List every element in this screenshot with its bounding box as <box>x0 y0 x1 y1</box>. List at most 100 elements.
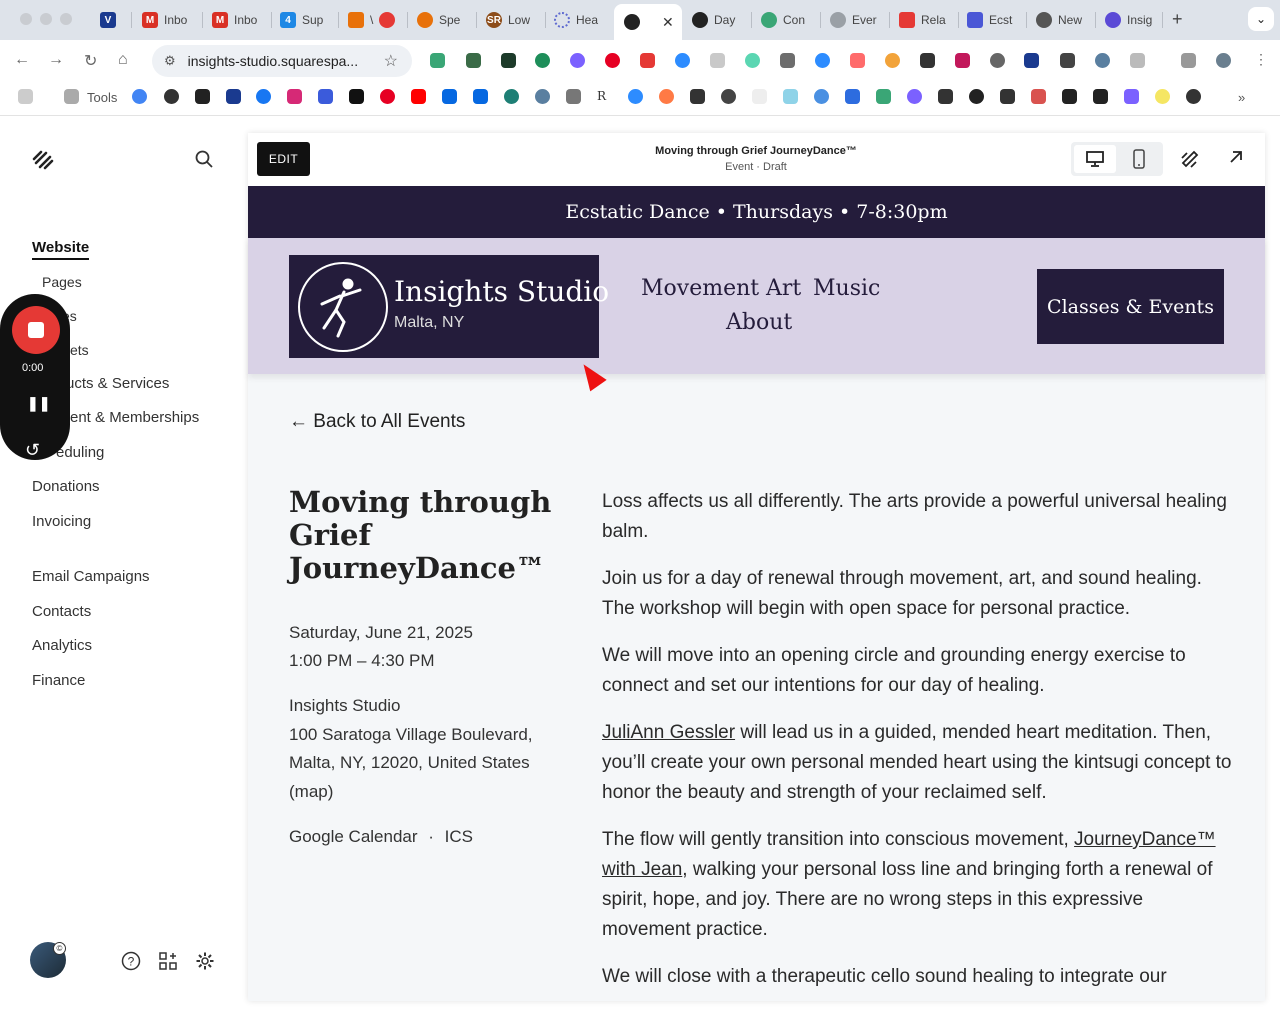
pause-icon[interactable]: ❚❚ <box>27 395 50 412</box>
nav-finance[interactable]: Finance <box>32 672 85 689</box>
home-icon[interactable]: ⌂ <box>118 51 128 69</box>
bookmark-icon[interactable] <box>1062 89 1077 104</box>
meta-icon[interactable] <box>442 89 457 104</box>
instagram-icon[interactable] <box>287 89 302 104</box>
browser-tab[interactable]: Rela <box>899 6 951 34</box>
settings-gear-icon[interactable] <box>195 951 215 976</box>
close-tab-icon[interactable]: ✕ <box>662 14 674 31</box>
classes-events-button[interactable]: Classes & Events <box>1037 269 1224 344</box>
browser-tab[interactable]: Day <box>692 6 744 34</box>
bookmark-icon[interactable] <box>969 89 984 104</box>
grid-icon[interactable] <box>1060 53 1075 68</box>
extension-icon[interactable] <box>745 53 760 68</box>
extension-icon[interactable] <box>850 53 865 68</box>
google-icon[interactable] <box>132 89 147 104</box>
window-minimize-button[interactable] <box>40 13 52 25</box>
nav-website[interactable]: Website <box>32 239 90 260</box>
bookmark-icon[interactable] <box>504 89 519 104</box>
bookmark-icon[interactable] <box>845 89 860 104</box>
nav-donations[interactable]: Donations <box>32 478 100 495</box>
browser-tab[interactable]: M Inbo <box>212 6 268 34</box>
browser-tab[interactable]: Ecst <box>967 6 1019 34</box>
browser-tab-active[interactable]: ✕ <box>614 4 682 40</box>
extension-icon[interactable] <box>920 53 935 68</box>
help-icon[interactable]: ? <box>121 951 141 976</box>
bookmark-icon[interactable] <box>1031 89 1046 104</box>
google-calendar-link[interactable]: Google Calendar <box>289 827 418 846</box>
bookmark-icon[interactable] <box>783 89 798 104</box>
tab-search-button[interactable]: ⌄ <box>1248 7 1274 31</box>
more-bookmarks-icon[interactable]: » <box>1238 90 1245 105</box>
browser-tab[interactable]: V <box>100 6 126 34</box>
address-bar[interactable]: ⚙ insights-studio.squarespa... ☆ <box>152 45 412 77</box>
bookmark-icon[interactable] <box>1093 89 1108 104</box>
zoom-icon[interactable] <box>675 53 690 68</box>
apps-icon[interactable] <box>158 951 178 976</box>
profile-avatar[interactable] <box>1216 53 1231 68</box>
nav-pages[interactable]: Pages <box>42 274 82 290</box>
extension-icon[interactable] <box>640 53 655 68</box>
bookmark-icon[interactable] <box>535 89 550 104</box>
new-tab-button[interactable]: + <box>1172 9 1183 30</box>
youtube-icon[interactable] <box>411 89 426 104</box>
site-settings-icon[interactable]: ⚙ <box>164 53 176 69</box>
bookmark-icon[interactable] <box>721 89 736 104</box>
bookmark-icon[interactable] <box>938 89 953 104</box>
open-external-icon[interactable] <box>1228 149 1244 170</box>
pinterest-icon[interactable] <box>605 53 620 68</box>
nav-contacts[interactable]: Contacts <box>32 603 91 620</box>
nav-invoicing[interactable]: Invoicing <box>32 513 91 530</box>
desktop-view-icon[interactable] <box>1074 145 1116 173</box>
announcement-bar[interactable]: Ecstatic Dance • Thursdays • 7-8:30pm <box>248 186 1265 238</box>
extension-icon[interactable] <box>885 53 900 68</box>
bookmark-icon[interactable] <box>226 89 241 104</box>
star-bookmark-icon[interactable] <box>1124 89 1139 104</box>
back-icon[interactable]: ← <box>14 51 30 69</box>
bookmark-icon[interactable] <box>690 89 705 104</box>
juliann-gessler-link[interactable]: JuliAnn Gessler <box>602 722 735 743</box>
eyedropper-icon[interactable] <box>780 53 795 68</box>
nav-scheduling[interactable]: eduling <box>56 444 104 461</box>
more-menu-icon[interactable]: ⋮ <box>1254 51 1268 68</box>
nav-email-campaigns[interactable]: Email Campaigns <box>32 568 150 585</box>
forward-icon[interactable]: → <box>48 51 64 69</box>
bookmark-icon[interactable] <box>659 89 674 104</box>
edit-button[interactable]: EDIT <box>257 142 310 176</box>
browser-tab[interactable]: \ <box>348 6 400 34</box>
nav-item-partial[interactable]: ets <box>70 342 89 358</box>
extension-icon[interactable] <box>990 53 1005 68</box>
bookmark-icon[interactable] <box>1186 89 1201 104</box>
map-link[interactable]: (map) <box>289 782 333 802</box>
ics-link[interactable]: ICS <box>445 827 473 846</box>
bookmark-icon[interactable] <box>907 89 922 104</box>
extension-icon[interactable] <box>466 53 481 68</box>
site-nav-music[interactable]: Music <box>813 276 880 301</box>
extension-icon[interactable] <box>570 53 585 68</box>
stop-recording-button[interactable] <box>12 306 60 354</box>
nav-analytics[interactable]: Analytics <box>32 637 92 654</box>
bookmark-icon[interactable] <box>566 89 581 104</box>
design-brush-icon[interactable] <box>1180 149 1200 174</box>
puzzle-icon[interactable] <box>1130 53 1145 68</box>
site-nav-about[interactable]: About <box>726 310 792 335</box>
browser-tab[interactable]: Con <box>761 6 813 34</box>
back-to-events-link[interactable]: ← Back to All Events <box>289 411 465 433</box>
site-nav-movement[interactable]: Movement <box>641 276 759 301</box>
browser-tab[interactable]: M Inbo <box>142 6 198 34</box>
mobile-view-icon[interactable] <box>1120 145 1158 173</box>
window-zoom-button[interactable] <box>60 13 72 25</box>
nav-products-services[interactable]: ucts & Services <box>66 375 169 392</box>
browser-tab[interactable]: Spe <box>417 6 469 34</box>
search-icon[interactable] <box>195 150 213 168</box>
extension-icon[interactable] <box>1024 53 1039 68</box>
browser-tab[interactable]: SR Low <box>486 6 538 34</box>
bookmark-icon[interactable] <box>318 89 333 104</box>
extension-icon[interactable] <box>815 53 830 68</box>
facebook-icon[interactable] <box>256 89 271 104</box>
browser-tab[interactable]: 4 Sup <box>280 6 332 34</box>
browser-tab[interactable]: New <box>1036 6 1088 34</box>
reload-icon[interactable]: ↻ <box>84 51 97 71</box>
window-close-button[interactable] <box>20 13 32 25</box>
extension-icon[interactable] <box>535 53 550 68</box>
bookmark-icon[interactable] <box>1155 89 1170 104</box>
